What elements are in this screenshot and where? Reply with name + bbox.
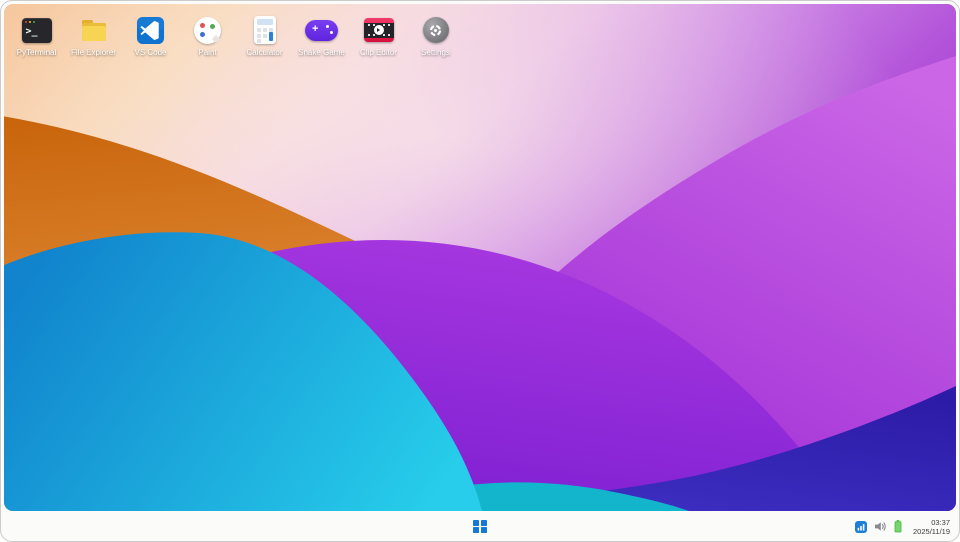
icon-label: VS Code	[134, 48, 166, 58]
gamepad-button	[330, 31, 333, 34]
windows-logo-square	[473, 527, 479, 533]
calculator-key	[257, 34, 261, 38]
desktop-icon-settings[interactable]: Settings	[407, 10, 464, 58]
vscode-icon	[136, 16, 165, 45]
taskbar-clock[interactable]: 03:37 2025/11/19	[909, 518, 950, 536]
calculator-blue-key	[269, 32, 273, 41]
icon-label: File Explorer	[71, 48, 116, 58]
icon-label: PyTerminal	[17, 48, 57, 58]
windows-start-icon	[473, 520, 486, 533]
windows-logo-square	[481, 520, 487, 526]
calculator-display	[257, 19, 273, 25]
folder-icon	[79, 16, 109, 44]
gamepad-icon: +	[305, 20, 338, 41]
icon-label: Clip Editor	[360, 48, 397, 58]
filmstrip-sprocket	[388, 34, 390, 36]
calculator-key	[257, 28, 261, 32]
calculator-key	[257, 39, 261, 43]
clock-time: 03:37	[913, 518, 950, 527]
paint-palette-notch	[212, 34, 220, 42]
desktop-icon-pyterminal[interactable]: >_ PyTerminal	[8, 10, 65, 58]
desktop-icon-clip-editor[interactable]: Clip Editor	[350, 10, 407, 58]
filmstrip-sprocket	[373, 34, 375, 36]
desktop-icon-calculator[interactable]: Calculator	[236, 10, 293, 58]
play-triangle	[377, 28, 380, 32]
calculator-key	[263, 34, 267, 38]
filmstrip-sprocket	[383, 34, 385, 36]
battery-icon[interactable]	[894, 520, 902, 533]
desktop-icon-row: >_ PyTerminal File Explorer	[8, 10, 464, 58]
calculator-icon	[254, 16, 276, 44]
filmstrip-sprocket	[368, 34, 370, 36]
gear-glyph	[428, 23, 443, 38]
windows-logo-square	[481, 527, 487, 533]
desktop-wallpaper	[4, 4, 956, 511]
icon-label: Paint	[198, 48, 216, 58]
desktop-icon-vscode[interactable]: VS Code	[122, 10, 179, 58]
terminal-yellow-dot	[29, 21, 32, 24]
filmstrip-sprocket	[373, 24, 375, 26]
terminal-red-dot	[25, 21, 28, 24]
gamepad-dpad-glyph: +	[312, 24, 318, 35]
paint-red-dot	[200, 23, 205, 28]
screen-frame: >_ PyTerminal File Explorer	[0, 0, 960, 542]
desktop[interactable]: >_ PyTerminal File Explorer	[4, 4, 956, 511]
desktop-icon-file-explorer[interactable]: File Explorer	[65, 10, 122, 58]
gamepad-button	[326, 25, 329, 28]
icon-label: Settings	[421, 48, 450, 58]
filmstrip-sprocket	[388, 24, 390, 26]
windows-logo-square	[473, 520, 479, 526]
icon-label: Snake Game	[298, 48, 345, 58]
terminal-prompt-glyph: >_	[26, 26, 38, 37]
paint-blue-dot	[200, 32, 205, 37]
paint-palette-icon	[194, 17, 221, 44]
start-button[interactable]	[469, 516, 491, 538]
system-tray: 03:37 2025/11/19	[855, 512, 950, 541]
gear-icon	[423, 17, 449, 43]
filmstrip-sprocket	[383, 24, 385, 26]
calculator-key	[263, 28, 267, 32]
filmstrip-sprocket	[368, 24, 370, 26]
desktop-icon-paint[interactable]: Paint	[179, 10, 236, 58]
paint-green-dot	[210, 24, 215, 29]
network-icon[interactable]	[855, 521, 867, 533]
desktop-icon-snake-game[interactable]: + Snake Game	[293, 10, 350, 58]
terminal-icon: >_	[22, 18, 52, 43]
volume-icon[interactable]	[874, 521, 887, 532]
terminal-green-dot	[33, 21, 36, 24]
icon-label: Calculator	[246, 48, 282, 58]
clock-date: 2025/11/19	[913, 527, 950, 536]
taskbar: 03:37 2025/11/19	[4, 512, 956, 541]
video-clip-icon	[364, 18, 394, 42]
